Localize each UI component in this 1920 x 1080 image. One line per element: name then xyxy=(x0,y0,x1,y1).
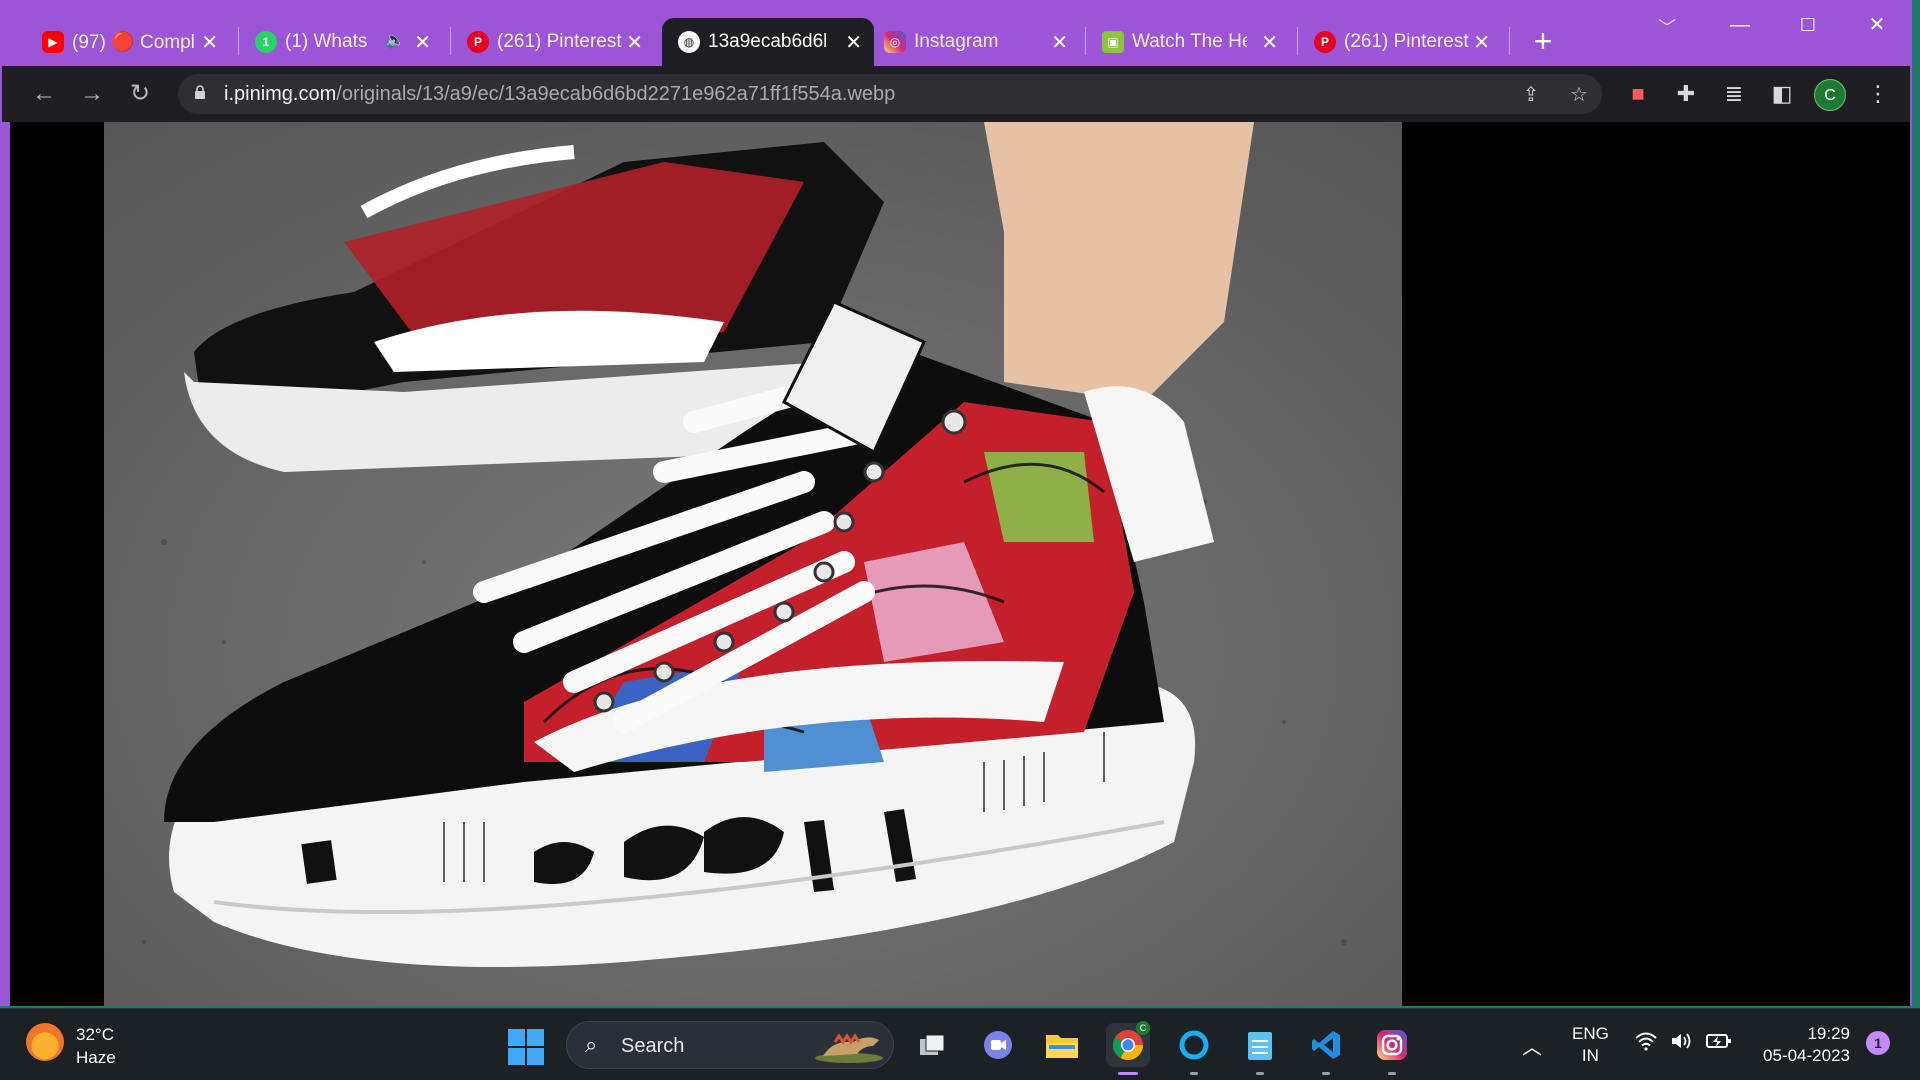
new-tab-button[interactable]: + xyxy=(1526,24,1560,58)
share-icon[interactable]: ⇪ xyxy=(1518,82,1544,108)
pinterest-icon: P xyxy=(1314,31,1336,53)
notepad-icon[interactable] xyxy=(1238,1023,1282,1075)
media-playlist-icon[interactable]: ≣ xyxy=(1718,78,1750,110)
weather-condition: Haze xyxy=(76,1048,116,1067)
speaker-icon[interactable]: 🔈 xyxy=(385,30,405,50)
tab-active-image[interactable]: ◍ 13a9ecab6d6b ✕ xyxy=(662,18,874,66)
start-button[interactable] xyxy=(508,1029,544,1065)
whatsapp-icon: 1 xyxy=(255,31,277,53)
file-explorer-icon[interactable] xyxy=(1040,1023,1084,1067)
chrome-icon[interactable]: C xyxy=(1106,1021,1150,1075)
browser-toolbar: ← → ↻ i.pinimg.com/originals/13/a9/ec/13… xyxy=(2,66,1910,122)
weather-haze-icon xyxy=(26,1023,64,1061)
taskbar-clock[interactable]: 19:29 05-04-2023 xyxy=(1754,1023,1850,1067)
tab-youtube[interactable]: ▶ (97) 🔴 Compl ✕ xyxy=(32,18,230,66)
extension-record-icon[interactable]: ■ xyxy=(1622,78,1654,110)
taskbar: 32°C Haze ⌕ Search C ︿ ENG IN 19:29 05-0… xyxy=(0,1008,1920,1080)
page-content xyxy=(10,122,1910,1006)
tab-separator xyxy=(1297,27,1298,55)
reload-button[interactable]: ↻ xyxy=(122,76,158,112)
tab-strip: ▶ (97) 🔴 Compl ✕ 1 (1) Whats/ 🔈 ✕ P (261… xyxy=(2,2,1910,66)
tab-separator xyxy=(1085,27,1086,55)
language-indicator[interactable]: ENG IN xyxy=(1572,1023,1609,1067)
dinosaur-highlight-icon xyxy=(815,1033,883,1063)
tab-pinterest[interactable]: P (261) Pinterest ✕ xyxy=(457,18,655,66)
browser-window: ▶ (97) 🔴 Compl ✕ 1 (1) Whats/ 🔈 ✕ P (261… xyxy=(0,0,1912,1006)
battery-charging-icon[interactable] xyxy=(1706,1031,1732,1057)
search-icon: ⌕ xyxy=(585,1032,598,1057)
url-text: i.pinimg.com/originals/13/a9/ec/13a9ecab… xyxy=(224,83,896,105)
show-hidden-icons-chevron-icon[interactable]: ︿ xyxy=(1522,1031,1542,1060)
close-icon[interactable]: ✕ xyxy=(201,30,218,55)
tab-search-chevron-icon[interactable]: ﹀ xyxy=(1658,14,1676,40)
address-bar[interactable]: i.pinimg.com/originals/13/a9/ec/13a9ecab… xyxy=(178,74,1602,114)
vscode-icon[interactable] xyxy=(1304,1023,1348,1075)
movie-site-icon: ▣ xyxy=(1102,31,1124,53)
wifi-icon[interactable] xyxy=(1634,1031,1658,1057)
tab-separator xyxy=(238,27,239,55)
forward-button[interactable]: → xyxy=(74,76,110,112)
tab-whatsapp[interactable]: 1 (1) Whats/ 🔈 ✕ xyxy=(245,18,443,66)
tab-separator xyxy=(450,27,451,55)
task-view-icon[interactable] xyxy=(910,1023,954,1067)
close-window-button[interactable]: ✕ xyxy=(1857,10,1897,40)
weather-temperature: 32°C xyxy=(76,1025,114,1044)
close-icon[interactable]: ✕ xyxy=(1473,30,1490,55)
volume-icon[interactable] xyxy=(1670,1031,1694,1057)
menu-kebab-icon[interactable]: ⋮ xyxy=(1862,78,1894,110)
back-button[interactable]: ← xyxy=(26,76,62,112)
tab-instagram[interactable]: ◎ Instagram ✕ xyxy=(874,18,1080,66)
tab-watch[interactable]: ▣ Watch The He ✕ xyxy=(1092,18,1290,66)
close-icon[interactable]: ✕ xyxy=(845,30,862,55)
notification-badge[interactable]: 1 xyxy=(1866,1031,1890,1055)
close-icon[interactable]: ✕ xyxy=(414,30,431,55)
bookmark-star-icon[interactable]: ☆ xyxy=(1566,82,1592,108)
tab-separator xyxy=(1509,27,1510,55)
side-panel-icon[interactable]: ◧ xyxy=(1766,78,1798,110)
instagram-icon: ◎ xyxy=(884,31,906,53)
profile-badge: C xyxy=(1136,1021,1150,1035)
profile-avatar[interactable]: C xyxy=(1814,79,1846,111)
minimize-button[interactable]: — xyxy=(1720,10,1760,40)
close-icon[interactable]: ✕ xyxy=(1051,30,1068,55)
globe-icon: ◍ xyxy=(678,31,700,53)
sneaker-image xyxy=(104,122,1402,1006)
sneaker-photo xyxy=(104,122,1402,1006)
close-icon[interactable]: ✕ xyxy=(626,30,643,55)
weather-widget[interactable]: 32°C Haze xyxy=(26,1023,116,1069)
teams-chat-icon[interactable] xyxy=(976,1023,1020,1067)
lock-icon xyxy=(195,85,205,99)
maximize-button[interactable]: ☐ xyxy=(1788,10,1828,40)
instagram-app-icon[interactable] xyxy=(1370,1023,1414,1075)
close-icon[interactable]: ✕ xyxy=(1261,30,1278,55)
pinterest-icon: P xyxy=(467,31,489,53)
taskbar-search[interactable]: ⌕ Search xyxy=(566,1021,894,1069)
cortana-icon[interactable] xyxy=(1172,1023,1216,1075)
extensions-puzzle-icon[interactable]: ✚ xyxy=(1670,78,1702,110)
youtube-icon: ▶ xyxy=(42,31,64,53)
tab-pinterest-2[interactable]: P (261) Pinterest ✕ xyxy=(1304,18,1502,66)
